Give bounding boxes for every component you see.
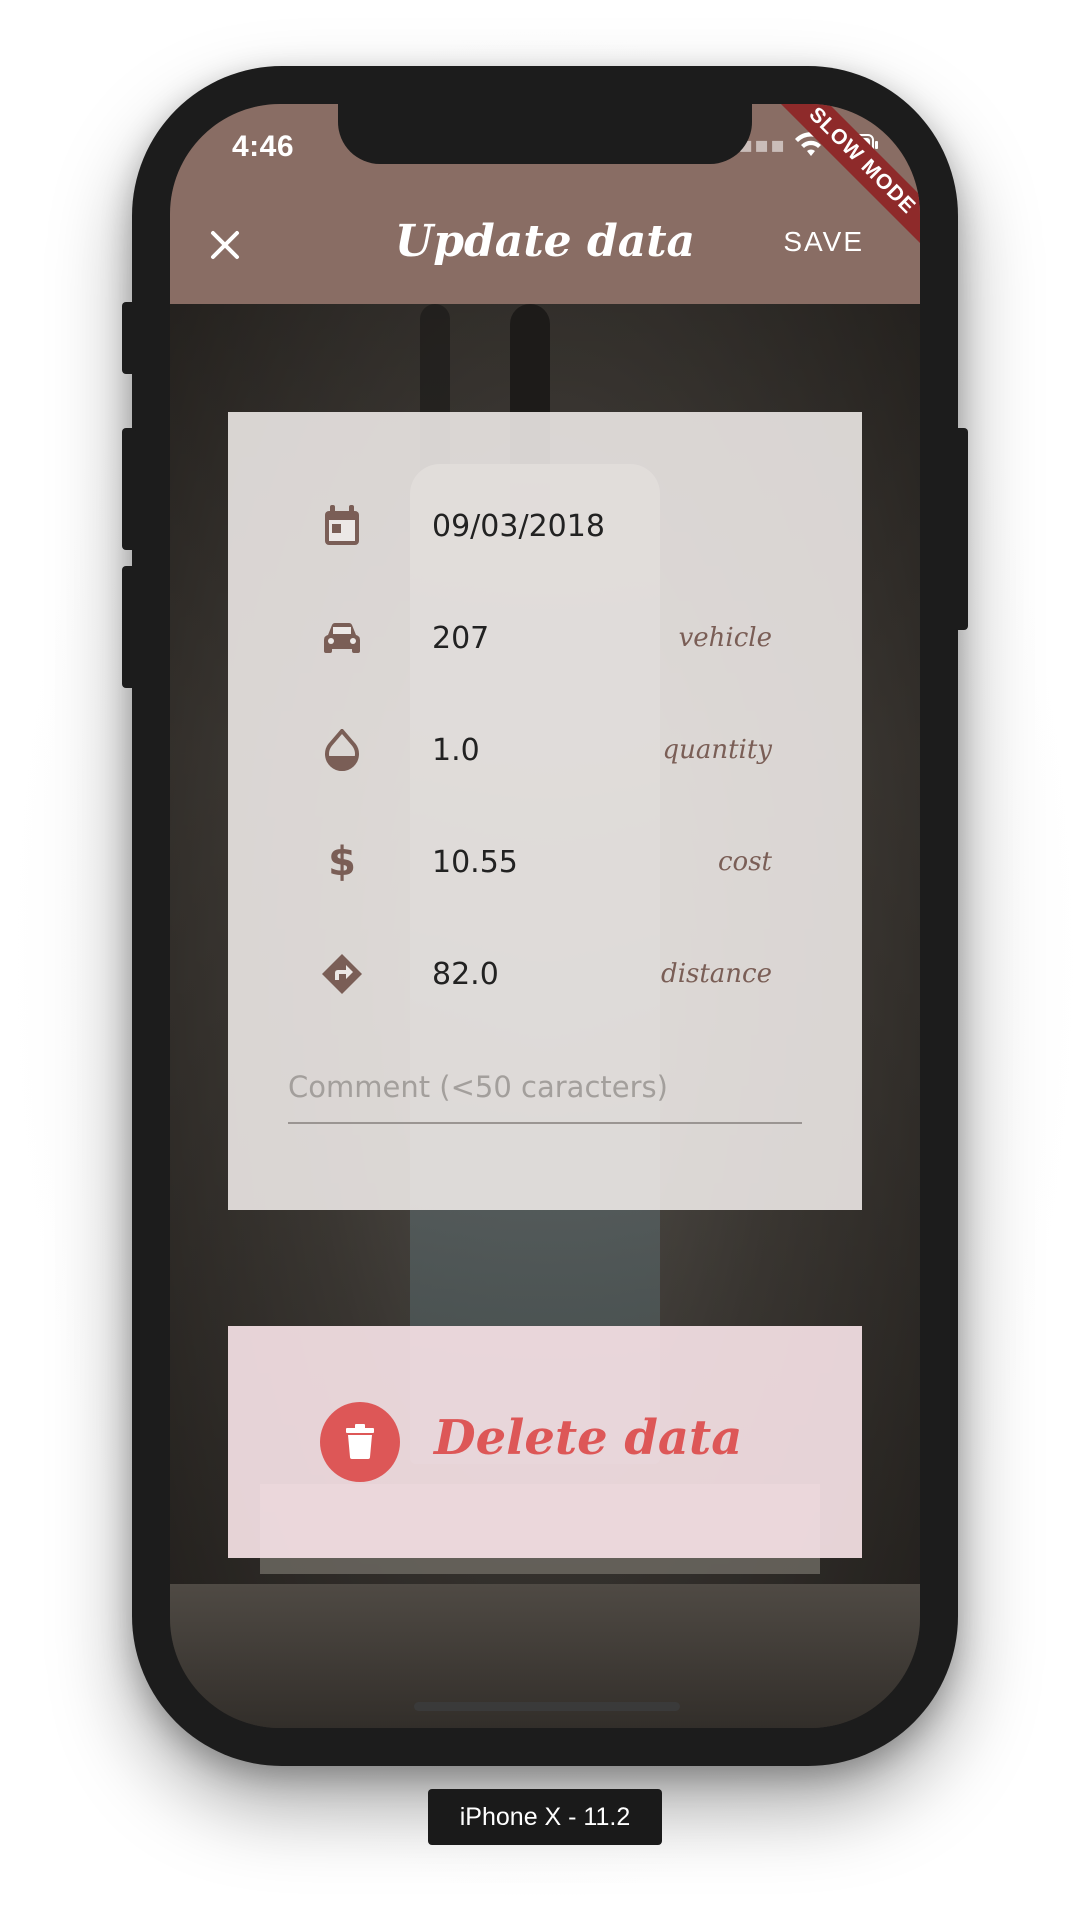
device-screen: 4:46 ▪▪▪▪ SLOW MODE Update data SAVE 09/… <box>170 104 920 1728</box>
date-value: 09/03/2018 <box>432 508 605 544</box>
cost-field[interactable]: $ 10.55 cost <box>228 832 862 892</box>
volume-down-button <box>122 566 136 688</box>
quantity-value: 1.0 <box>432 732 480 768</box>
simulator-stage: 4:46 ▪▪▪▪ SLOW MODE Update data SAVE 09/… <box>0 0 1090 1928</box>
trash-icon <box>346 1424 374 1459</box>
car-icon <box>320 616 364 660</box>
mute-switch <box>122 302 136 374</box>
delete-label: Delete data <box>434 1410 743 1466</box>
vehicle-value: 207 <box>432 620 490 656</box>
distance-value: 82.0 <box>432 956 499 992</box>
date-field[interactable]: 09/03/2018 <box>228 496 862 556</box>
status-time: 4:46 <box>232 130 295 163</box>
calendar-icon <box>320 504 364 548</box>
directions-icon <box>320 952 364 996</box>
vehicle-field[interactable]: 207 vehicle <box>228 608 862 668</box>
form-card: 09/03/2018 207 vehicle 1.0 quantity $ 10… <box>228 412 862 1210</box>
delete-button[interactable] <box>320 1402 400 1482</box>
power-button <box>954 428 968 630</box>
home-indicator[interactable] <box>414 1702 680 1711</box>
delete-card[interactable]: Delete data <box>228 1326 862 1558</box>
drop-icon <box>320 728 364 772</box>
distance-label: distance <box>661 959 772 989</box>
save-button[interactable]: SAVE <box>783 226 864 258</box>
quantity-field[interactable]: 1.0 quantity <box>228 720 862 780</box>
vehicle-label: vehicle <box>678 623 772 653</box>
volume-up-button <box>122 428 136 550</box>
quantity-label: quantity <box>662 735 772 765</box>
device-label: iPhone X - 11.2 <box>428 1789 662 1845</box>
comment-input[interactable] <box>288 1052 802 1124</box>
dollar-icon: $ <box>328 839 356 885</box>
cost-label: cost <box>717 847 772 877</box>
distance-field[interactable]: 82.0 distance <box>228 944 862 1004</box>
device-notch <box>338 104 752 164</box>
cost-value: 10.55 <box>432 844 518 880</box>
